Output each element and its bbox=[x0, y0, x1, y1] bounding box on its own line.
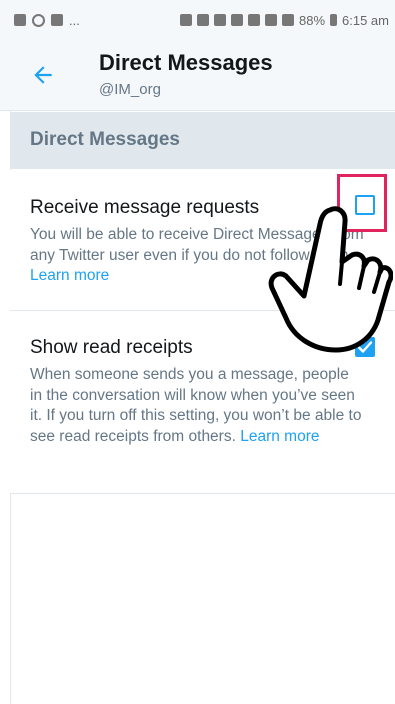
learn-more-link[interactable]: Learn more bbox=[240, 428, 319, 445]
setting-title: Show read receipts bbox=[30, 337, 193, 358]
account-handle: @IM_org bbox=[99, 81, 161, 98]
alarm-icon bbox=[230, 14, 243, 26]
battery-icon bbox=[330, 14, 338, 26]
section-title: Direct Messages bbox=[30, 129, 180, 150]
nfc-icon bbox=[179, 14, 192, 26]
status-bar-notifications: ... bbox=[0, 13, 80, 28]
whatsapp-icon bbox=[32, 13, 45, 27]
mute-icon bbox=[213, 14, 226, 26]
mail-icon bbox=[51, 14, 63, 26]
setting-description: When someone sends you a message, people… bbox=[30, 365, 365, 447]
battery-level: 88% bbox=[298, 12, 326, 28]
status-bar: ... 88% 6:15 am bbox=[0, 0, 395, 40]
app-screen: ... 88% 6:15 am Direct Messages @IM_org … bbox=[0, 0, 395, 704]
wifi-icon bbox=[264, 14, 277, 26]
page-title: Direct Messages bbox=[99, 50, 273, 75]
setting-title: Receive message requests bbox=[30, 197, 260, 218]
clock: 6:15 am bbox=[342, 12, 389, 28]
gallery-icon bbox=[14, 14, 26, 26]
app-header: Direct Messages @IM_org bbox=[0, 40, 395, 111]
status-bar-system: 88% 6:15 am bbox=[179, 12, 395, 28]
signal-icon bbox=[281, 14, 294, 26]
section-header: Direct Messages bbox=[10, 112, 395, 169]
pointing-hand-cursor-icon bbox=[268, 206, 393, 353]
bluetooth-icon bbox=[196, 14, 209, 26]
learn-more-link[interactable]: Learn more bbox=[30, 267, 109, 284]
more-notifications: ... bbox=[69, 12, 80, 28]
lte-icon bbox=[247, 14, 260, 26]
back-arrow-icon[interactable] bbox=[30, 62, 56, 88]
